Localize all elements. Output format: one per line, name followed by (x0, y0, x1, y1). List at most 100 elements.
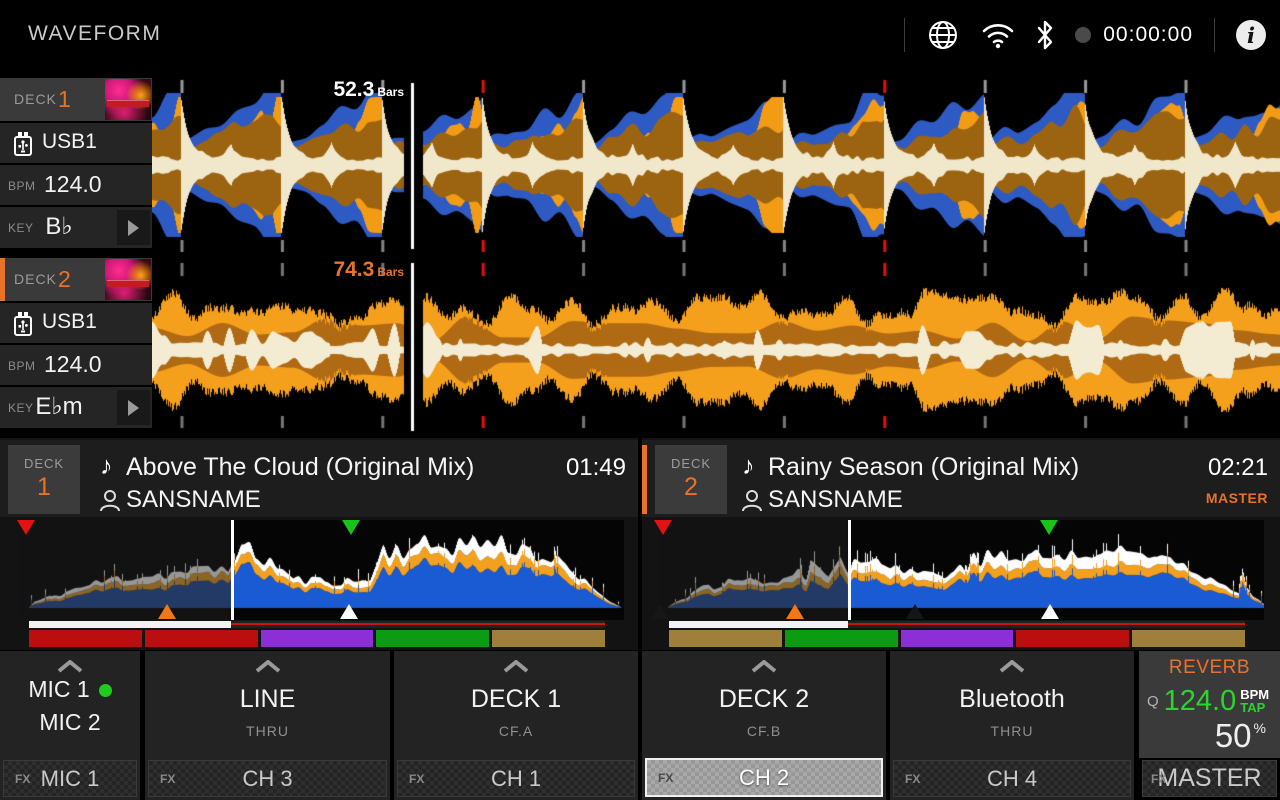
deck1-bpm-row[interactable]: BPM 124.0 (0, 165, 152, 205)
deck-label: DECK (14, 91, 57, 107)
key-value: B♭ (0, 212, 118, 241)
deck2-key-row[interactable]: KEY E♭m (0, 387, 152, 428)
time-remaining: 02:21 (1208, 454, 1268, 482)
cue-marker-up[interactable] (340, 604, 358, 619)
album-art (105, 79, 151, 120)
tap-button-label[interactable]: TAP (1240, 701, 1269, 714)
fx-info-panel[interactable]: REVERB Q 124.0 BPM TAP 50% (1139, 651, 1280, 758)
phrase-segment (261, 630, 374, 647)
track-artist: SANSNAME (768, 486, 903, 514)
cue-marker-down[interactable] (342, 520, 360, 535)
key-expand-button[interactable] (117, 210, 150, 245)
deck1-source-row[interactable]: USB1 (0, 123, 152, 163)
chevron-up-icon[interactable] (255, 660, 281, 673)
deck2-track-overview[interactable] (658, 520, 1264, 620)
cue-marker-up[interactable] (1041, 604, 1059, 619)
fx-level-unit: % (1254, 720, 1266, 736)
fx-effect-name: REVERB (1139, 657, 1280, 679)
crossfader-assign: CF.B (642, 723, 886, 739)
deck2-badge: DECK 2 (655, 445, 727, 514)
deck-number: 2 (655, 473, 727, 502)
phrase-segment (29, 630, 142, 647)
fx-assign-ch3[interactable]: FX CH 3 (148, 760, 387, 797)
wifi-icon[interactable] (981, 21, 1015, 49)
cue-marker-up[interactable] (158, 604, 176, 619)
source-name: USB1 (42, 310, 97, 334)
chevron-up-icon[interactable] (503, 660, 529, 673)
fx-assign-ch4[interactable]: FX CH 4 (893, 760, 1131, 797)
bpm-value: 124.0 (44, 351, 102, 378)
deck2-channel-strip[interactable]: DECK 2 CF.B FX CH 2 (642, 651, 886, 800)
deck2-overview-playhead (848, 520, 851, 620)
key-expand-button[interactable] (117, 390, 150, 425)
bpm-value: 124.0 (44, 171, 102, 198)
track-title: Rainy Season (Original Mix) (768, 453, 1079, 482)
chevron-up-icon[interactable] (999, 660, 1025, 673)
music-note-icon: ♪ (742, 452, 755, 481)
deck-number: 2 (58, 266, 71, 293)
deck-number: 1 (8, 473, 80, 502)
deck2-bpm-row[interactable]: BPM 124.0 (0, 345, 152, 385)
time-remaining: 01:49 (566, 454, 626, 482)
deck2-header[interactable]: DECK 2 (0, 258, 152, 301)
deck2-source-row[interactable]: USB1 (0, 303, 152, 343)
record-time: 00:00:00 (1103, 23, 1193, 47)
bluetooth-channel-strip[interactable]: Bluetooth THRU FX CH 4 (890, 651, 1134, 800)
phrase-segment (492, 630, 605, 647)
deck1-channel-strip[interactable]: DECK 1 CF.A FX CH 1 (394, 651, 638, 800)
cue-marker-down[interactable] (17, 520, 35, 535)
fx-assign-value: CH 3 (242, 766, 292, 792)
fx-level-value: 50 (1215, 717, 1252, 754)
chevron-up-icon[interactable] (751, 660, 777, 673)
fx-assign-ch1[interactable]: FX CH 1 (397, 760, 635, 797)
cue-marker-up[interactable] (786, 604, 804, 619)
deck1-track-overview[interactable] (18, 520, 624, 620)
source-name: USB1 (42, 130, 97, 154)
deck1-key-row[interactable]: KEY B♭ (0, 207, 152, 248)
deck2-side-panel: DECK 2 USB1 BPM 124.0 KEY E♭m (0, 258, 152, 428)
header-status-cluster: 00:00:00 i (904, 0, 1266, 70)
deck1-header[interactable]: DECK 1 (0, 78, 152, 121)
fx-assign-value: CH 4 (987, 766, 1037, 792)
usb-device-icon (12, 311, 34, 336)
fx-assign-ch2[interactable]: FX CH 2 (645, 758, 883, 797)
dj-waveform-screen: { "header": { "title": "WAVEFORM", "cloc… (0, 0, 1280, 800)
fx-label: FX (1151, 772, 1166, 786)
cue-marker-down[interactable] (654, 520, 672, 535)
artist-icon (741, 488, 763, 512)
fx-label: FX (905, 772, 920, 786)
fx-assign-master[interactable]: FX MASTER (1142, 760, 1277, 797)
fx-assign-value: CH 2 (739, 765, 789, 791)
bluetooth-icon[interactable] (1036, 20, 1054, 50)
header-divider (904, 18, 905, 52)
line-channel-strip[interactable]: LINE THRU FX CH 3 (145, 651, 390, 800)
phrase-segment (901, 630, 1014, 647)
record-dot-icon (1075, 27, 1091, 43)
zoomed-waveforms[interactable] (152, 75, 1280, 435)
globe-icon[interactable] (926, 18, 960, 52)
cue-marker-down[interactable] (1040, 520, 1058, 535)
crossfader-assign: CF.A (394, 723, 638, 739)
fx-panel-strip[interactable]: REVERB Q 124.0 BPM TAP 50% FX MASTER (1139, 651, 1280, 800)
channel-name: LINE (145, 685, 390, 714)
fx-label: FX (15, 772, 30, 786)
mic-channel-strip[interactable]: MIC 1 MIC 2 FX MIC 1 (0, 651, 140, 800)
deck2-phrase-bar (669, 630, 1245, 647)
fx-assign-mic[interactable]: FX MIC 1 (3, 760, 137, 797)
fx-assign-value: MIC 1 (41, 766, 100, 792)
usb-device-icon (12, 131, 34, 156)
info-icon[interactable]: i (1236, 20, 1266, 50)
played-portion (29, 621, 231, 628)
fx-label: FX (160, 772, 175, 786)
deck1-badge: DECK 1 (8, 445, 80, 514)
deck-label: DECK (8, 456, 80, 471)
fx-label: FX (409, 772, 424, 786)
channel-mode: THRU (890, 723, 1134, 739)
cue-marker-up[interactable] (906, 604, 924, 619)
cue-marker-up[interactable] (651, 604, 669, 619)
album-art (105, 259, 151, 300)
phrase-segment (1016, 630, 1129, 647)
chevron-up-icon[interactable] (57, 660, 83, 673)
deck2-info-panel: DECK 2 ♪ Rainy Season (Original Mix) SAN… (642, 440, 1280, 517)
header-divider (1214, 18, 1215, 52)
